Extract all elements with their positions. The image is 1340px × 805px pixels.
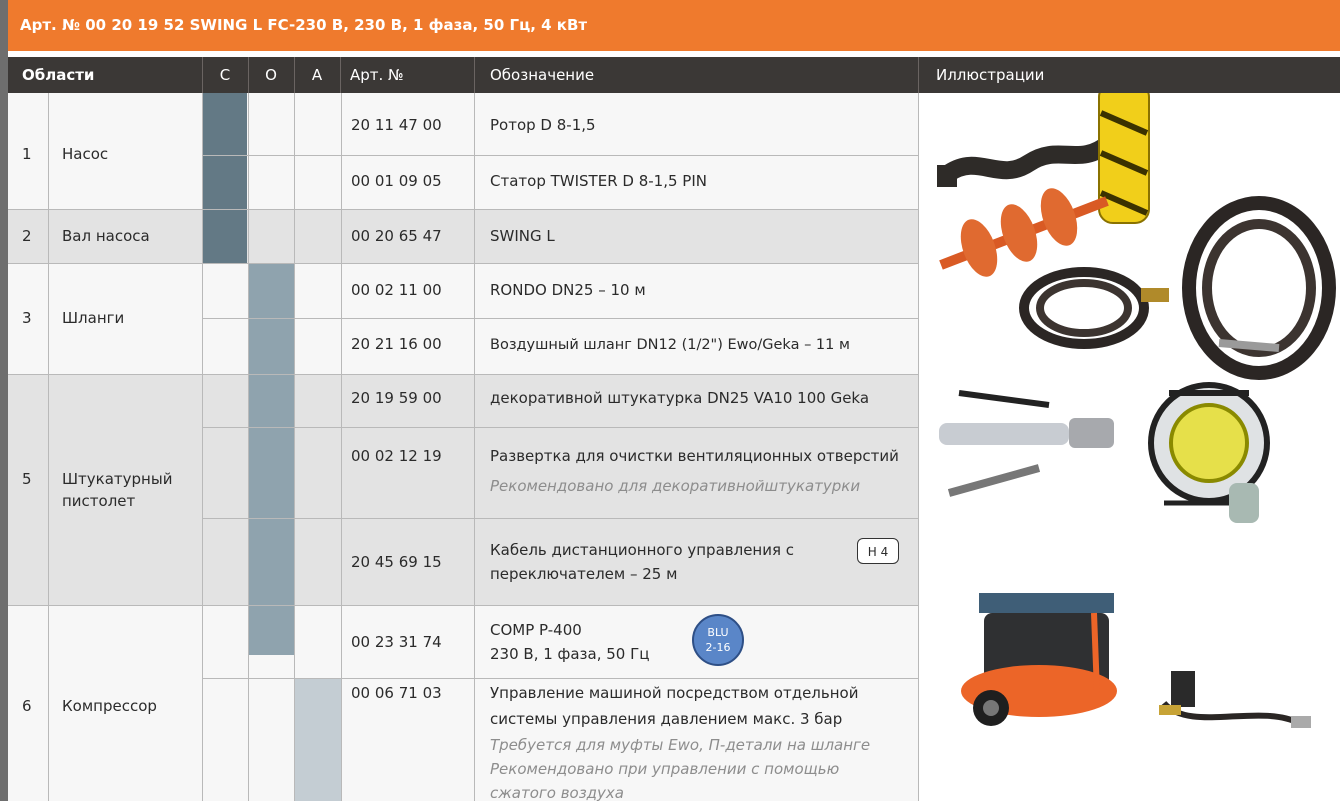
row-4-art: 00 02 11 00 [351,281,442,299]
row-10-note-line2: Рекомендовано при управлении с помощью [490,760,840,778]
row-7-art: 00 02 12 19 [351,447,442,465]
row-9-art: 00 23 31 74 [351,633,442,651]
h4-badge: H 4 [857,538,899,564]
table-header: Области C O A Арт. № Обозначение Иллюстр… [8,57,1340,93]
row-10-desc-line2: системы управления давлением макс. 3 бар [490,710,843,728]
row-6-desc: декоративной штукатурка DN25 VA10 100 Ge… [490,389,870,407]
row-8-desc-line1: Кабель дистанционного управления с [490,541,795,559]
fill-a-group-6 [295,678,341,801]
fill-o-groups-3-6 [248,263,294,655]
row-10-note-line1: Требуется для муфты Ewo, П-детали на шла… [490,736,871,754]
header-illustrations: Иллюстрации [936,66,1045,84]
compressor-illustration [961,593,1117,726]
hose-small-illustration [1019,267,1169,349]
row-9-desc-line1: COMP P-400 [490,621,582,639]
group-3-name: Шланги [62,309,125,327]
header-a: A [311,66,323,84]
fill-c-groups-1-2 [202,93,247,263]
blu-badge: BLU 2-16 [692,614,744,666]
shaft-illustration [939,188,1109,277]
header-areas: Области [22,66,95,84]
group-6-num: 6 [22,697,32,715]
header-art: Арт. № [350,66,404,84]
group-band-1 [8,93,918,209]
row-2-art: 00 01 09 05 [351,172,442,190]
row-8-desc-line2: переключателем – 25 м [490,565,678,583]
header-designation: Обозначение [490,66,595,84]
left-edge-bar [0,0,8,801]
row-3-art: 00 20 65 47 [351,227,442,245]
row-10-desc-line1: Управление машиной посредством отдельной [490,684,859,702]
pressure-control-illustration [1159,671,1311,728]
header-c: C [219,66,231,84]
group-3-num: 3 [22,309,32,327]
header-o: O [265,66,277,84]
group-2-name: Вал насоса [62,227,150,245]
row-8-art: 20 45 69 15 [351,553,442,571]
row-1-art: 20 11 47 00 [351,116,442,134]
row-7-desc: Развертка для очистки вентиляционных отв… [490,447,899,465]
spray-gun-illustration [939,390,1114,497]
group-5-num: 5 [22,470,32,488]
row-7-note: Рекомендовано для декоративнойштукатурки [490,477,861,495]
row-10-art: 00 06 71 03 [351,684,442,702]
blu-badge-line2: 2-16 [705,641,731,654]
row-5-desc: Воздушный шланг DN12 (1/2") Ewo/Geka – 1… [490,337,850,353]
cable-reel-illustration [1148,382,1270,523]
blu-badge-line1: BLU [707,626,729,639]
group-2-num: 2 [22,227,32,245]
illustrations-area [919,82,1340,801]
row-1-desc: Ротор D 8-1,5 [490,116,596,134]
group-1-name: Насос [62,145,109,163]
row-6-art: 20 19 59 00 [351,389,442,407]
row-5-art: 20 21 16 00 [351,335,442,353]
page-title: Арт. № 00 20 19 52 SWING L FC-230 В, 230… [8,0,1340,51]
row-2-desc: Статор TWISTER D 8-1,5 PIN [490,172,707,190]
group-5-name: Штукатурный пистолет [62,470,173,510]
hose-large-illustration [1182,196,1336,380]
row-3-desc: SWING L [490,227,555,245]
row-9-desc-line2: 230 В, 1 фаза, 50 Гц [490,645,650,663]
group-6-name: Компрессор [62,697,157,715]
group-1-num: 1 [22,145,32,163]
rotor-illustration [937,134,1118,187]
row-4-desc: RONDO DN25 – 10 м [490,281,646,299]
